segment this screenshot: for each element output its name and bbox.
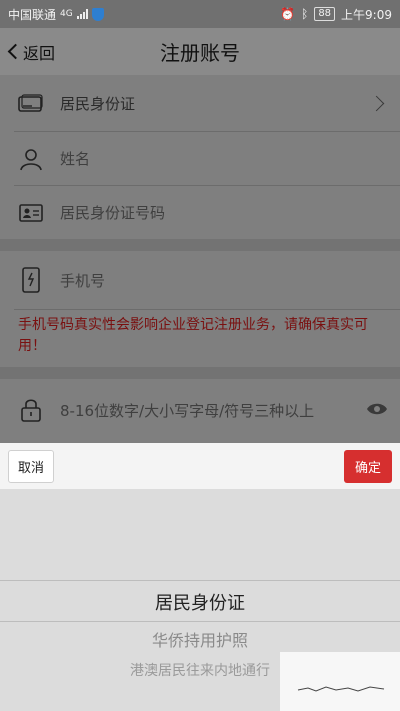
bluetooth-icon: ᛒ <box>301 7 309 21</box>
registration-form: 居民身份证 姓名 居民身份证号码 手机号 手机号码真实性会影响企业登记注册业务，… <box>0 75 400 443</box>
lock-icon <box>18 397 44 423</box>
eye-icon[interactable] <box>366 401 388 420</box>
carrier-label: 中国联通 <box>8 7 57 22</box>
id-number-placeholder: 居民身份证号码 <box>60 204 166 222</box>
name-placeholder: 姓名 <box>60 150 91 168</box>
network-type: 4G <box>60 9 73 19</box>
phone-placeholder: 手机号 <box>60 271 106 290</box>
password-field[interactable]: 8-16位数字/大小写字母/符号三种以上 <box>0 379 400 441</box>
id-number-field[interactable]: 居民身份证号码 <box>0 186 400 239</box>
picker-selection-line <box>0 580 400 581</box>
chevron-left-icon <box>7 43 24 60</box>
divider <box>14 309 400 310</box>
signal-icon <box>76 9 88 19</box>
picker-action-bar: 取消 确定 <box>0 443 400 489</box>
phone-notice: 手机号码真实性会影响企业登记注册业务，请确保真实可用！ <box>18 317 368 354</box>
id-card-icon <box>18 90 44 116</box>
phone-icon <box>18 267 44 293</box>
picker-option[interactable]: 华侨持用护照 <box>0 627 400 651</box>
section-gap <box>0 367 400 379</box>
status-bar: 中国联通 4G ⏰ ᛒ 88 上午9:09 <box>0 0 400 28</box>
confirm-button[interactable]: 确定 <box>343 449 392 483</box>
section-gap <box>0 239 400 251</box>
page-title: 注册账号 <box>160 41 240 65</box>
password-placeholder: 8-16位数字/大小写字母/符号三种以上 <box>60 401 315 420</box>
picker-option[interactable]: 居民身份证 <box>0 589 400 615</box>
clock-time: 上午9:09 <box>341 7 392 22</box>
battery-icon: 88 <box>314 7 336 21</box>
nav-bar: 返回 注册账号 <box>0 28 400 75</box>
alarm-icon: ⏰ <box>280 7 296 21</box>
phone-field[interactable]: 手机号 <box>0 251 400 309</box>
cancel-button[interactable]: 取消 <box>8 449 55 483</box>
watermark <box>280 652 400 711</box>
chevron-right-icon <box>368 95 385 111</box>
watermark-logo <box>297 686 385 692</box>
id-type-selector[interactable]: 居民身份证 <box>0 75 400 131</box>
security-shield-icon <box>91 7 104 21</box>
person-icon <box>18 146 44 172</box>
id-type-label: 居民身份证 <box>60 94 136 113</box>
contact-card-icon <box>18 200 44 226</box>
name-field[interactable]: 姓名 <box>0 132 400 185</box>
back-button[interactable]: 返回 <box>6 28 55 75</box>
picker-selection-line <box>0 621 400 622</box>
back-label: 返回 <box>23 43 56 63</box>
